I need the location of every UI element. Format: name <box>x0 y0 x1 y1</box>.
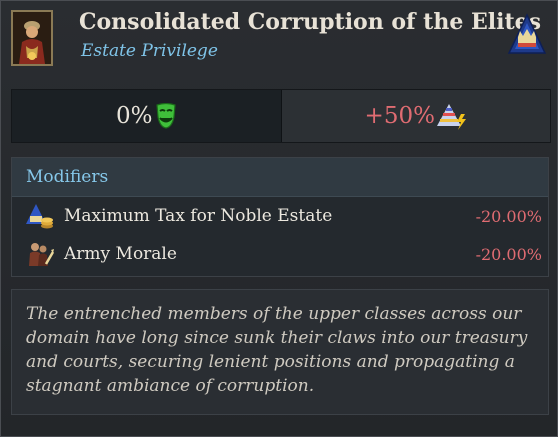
modifier-label: Maximum Tax for Noble Estate <box>64 206 333 226</box>
modifier-row: Army Morale -20.00% <box>12 235 548 273</box>
tooltip-header: Consolidated Corruption of the Elites Es… <box>1 1 558 77</box>
modifiers-section: Modifiers Maximum Tax for Noble Estate -… <box>11 157 549 277</box>
modifiers-header: Modifiers <box>12 158 548 197</box>
satisfaction-value: 0% <box>116 103 153 129</box>
modifier-value: -20.00% <box>475 244 542 264</box>
privilege-tooltip: Consolidated Corruption of the Elites Es… <box>0 0 558 437</box>
estate-crown-icon <box>507 13 547 57</box>
privilege-title: Consolidated Corruption of the Elites <box>79 9 542 35</box>
modifier-row: Maximum Tax for Noble Estate -20.00% <box>12 197 548 235</box>
army-morale-icon <box>26 240 55 268</box>
modifier-label: Army Morale <box>64 244 177 264</box>
modifier-value: -20.00% <box>475 206 542 226</box>
satisfaction-stat: 0% <box>12 90 282 142</box>
privilege-description: The entrenched members of the upper clas… <box>11 289 549 415</box>
happy-mask-icon <box>155 103 177 129</box>
power-stat: +50% <box>281 90 550 142</box>
power-value: +50% <box>364 103 435 129</box>
estate-power-pyramid-icon <box>436 102 467 130</box>
description-text: The entrenched members of the upper clas… <box>26 304 528 396</box>
estate-stats: 0% +50% <box>11 89 551 143</box>
privilege-type: Estate Privilege <box>81 41 218 61</box>
noble-tax-icon <box>26 202 54 230</box>
noble-portrait-icon <box>11 10 53 66</box>
